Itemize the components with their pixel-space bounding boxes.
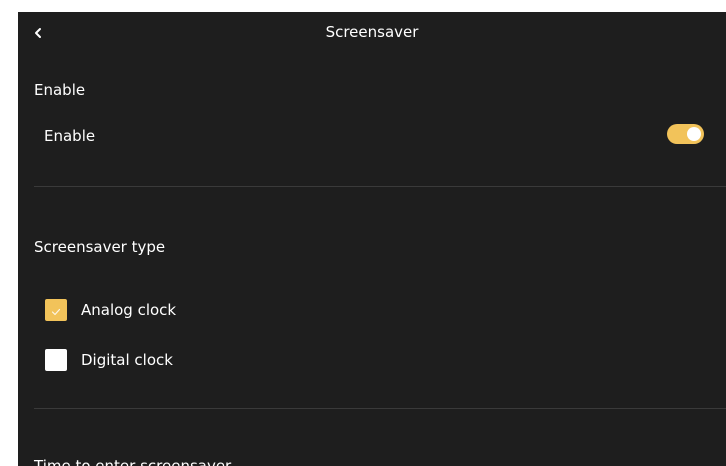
divider [34, 408, 726, 409]
section-title-enable: Enable [34, 81, 86, 99]
analog-clock-checkbox[interactable] [45, 299, 67, 321]
checkmark-icon [51, 301, 61, 320]
option-analog-clock[interactable]: Analog clock [18, 292, 726, 328]
header-bar: Screensaver [18, 12, 726, 56]
enable-row-label: Enable [44, 127, 96, 145]
section-title-screensaver-type: Screensaver type [34, 238, 166, 256]
enable-toggle[interactable] [667, 124, 704, 144]
analog-clock-label: Analog clock [81, 301, 177, 319]
divider [34, 186, 726, 187]
option-digital-clock[interactable]: Digital clock [18, 343, 726, 379]
digital-clock-checkbox[interactable] [45, 349, 67, 371]
toggle-knob [687, 127, 701, 141]
digital-clock-label: Digital clock [81, 351, 173, 369]
screensaver-screen: Screensaver Enable Enable Screensaver ty… [18, 12, 726, 466]
section-title-time-to-enter: Time to enter screensaver [34, 457, 232, 466]
page-title: Screensaver [325, 23, 419, 41]
